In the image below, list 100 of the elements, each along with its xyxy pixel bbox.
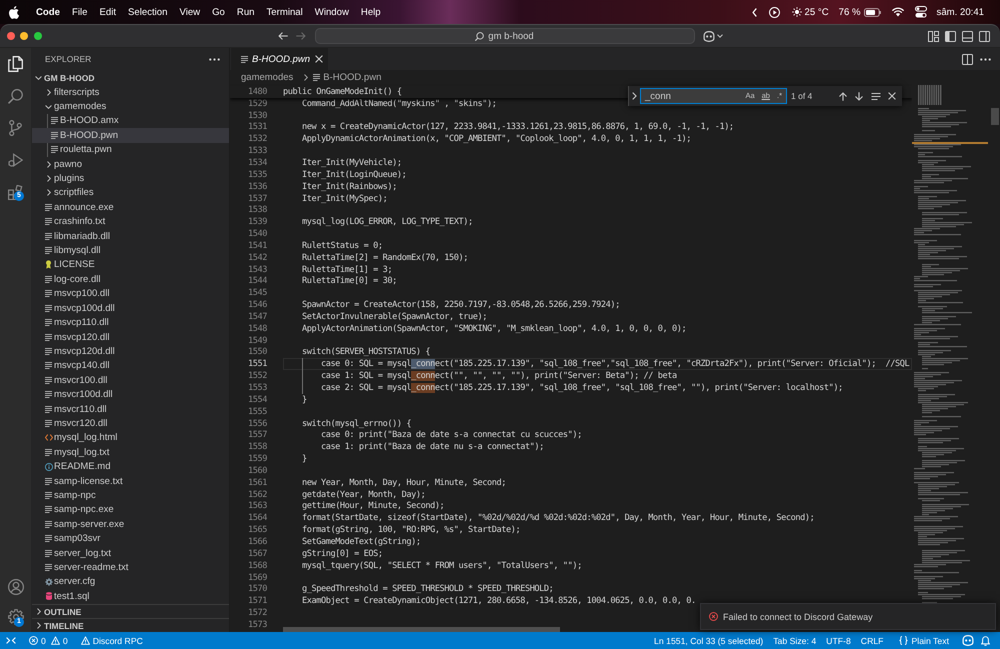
menu-item[interactable]: Edit bbox=[99, 6, 116, 18]
extension-status-item[interactable]: Discord RPC bbox=[76, 632, 148, 649]
right-panel-icon[interactable] bbox=[979, 30, 990, 42]
chevron-left-icon[interactable] bbox=[752, 8, 757, 16]
bell-icon[interactable] bbox=[981, 636, 990, 646]
folder-row[interactable]: pawno bbox=[32, 156, 229, 172]
chevron-right-icon[interactable] bbox=[46, 160, 50, 168]
explorer-row[interactable]: samp-license.txt bbox=[32, 474, 229, 488]
folder-row[interactable]: filterscripts bbox=[32, 84, 229, 100]
explorer-row[interactable]: samp-npc bbox=[32, 488, 229, 503]
explorer-row[interactable]: msvcp110.dll bbox=[32, 315, 229, 330]
encoding-button[interactable]: UTF-8 bbox=[821, 632, 856, 649]
app-menu[interactable]: Code bbox=[36, 6, 60, 18]
explorer-row[interactable]: msvcp120d.dll bbox=[32, 344, 229, 359]
explorer-row[interactable]: libmysql.dll bbox=[32, 243, 229, 258]
menu-item[interactable]: View bbox=[179, 6, 200, 18]
bottom-panel-icon[interactable] bbox=[962, 30, 973, 42]
chevron-down-icon[interactable] bbox=[45, 104, 52, 109]
wifi-icon[interactable] bbox=[892, 7, 904, 17]
problems-button[interactable]: 0 0 bbox=[24, 632, 73, 649]
search-icon[interactable] bbox=[8, 88, 23, 104]
more-icon[interactable] bbox=[980, 58, 991, 60]
explorer-row[interactable]: msvcp100d.dll bbox=[32, 301, 229, 316]
explorer-row[interactable]: server.cfg bbox=[32, 574, 229, 590]
explorer-row[interactable]: msvcr100d.dll bbox=[32, 387, 229, 402]
explorer-row[interactable]: LICENSE bbox=[32, 258, 229, 272]
explorer-row[interactable]: B-HOOD.pwn bbox=[32, 128, 229, 143]
menu-item[interactable]: Run bbox=[236, 6, 255, 18]
robot-face-icon[interactable] bbox=[702, 30, 714, 42]
person-icon[interactable] bbox=[8, 579, 24, 595]
indentation-button[interactable]: Tab Size: 4 bbox=[768, 632, 822, 649]
chevrons-icon[interactable] bbox=[6, 637, 16, 644]
folder-row[interactable]: plugins bbox=[32, 171, 229, 186]
layout-grid-icon[interactable] bbox=[928, 30, 939, 42]
lines-icon[interactable] bbox=[871, 92, 881, 100]
menu-item[interactable]: Go bbox=[212, 6, 225, 18]
explorer-row[interactable]: server-readme.txt bbox=[32, 560, 229, 575]
branch-icon[interactable] bbox=[9, 120, 22, 136]
scrollbar-thumb[interactable] bbox=[991, 108, 999, 125]
editor-tab[interactable]: B-HOOD.pwn bbox=[231, 48, 328, 70]
chevron-right-icon[interactable] bbox=[36, 608, 40, 615]
menu-item[interactable]: Terminal bbox=[266, 6, 303, 18]
toggles-icon[interactable] bbox=[914, 6, 927, 18]
menu-item[interactable]: Window bbox=[314, 6, 349, 18]
explorer-row[interactable]: log-core.dll bbox=[32, 272, 229, 287]
explorer-row[interactable]: mysql_log.html bbox=[32, 430, 229, 446]
explorer-row[interactable]: README.md bbox=[32, 459, 229, 474]
explorer-row[interactable]: samp-npc.exe bbox=[32, 502, 229, 518]
gear-icon[interactable] bbox=[8, 609, 24, 625]
chevron-right-icon[interactable] bbox=[46, 175, 50, 182]
line-ending-button[interactable]: CRLF bbox=[856, 632, 888, 649]
menu-item[interactable]: File bbox=[72, 6, 88, 18]
explorer-row[interactable]: test1.sql bbox=[32, 589, 229, 604]
language-mode-button[interactable]: Plain Text bbox=[894, 632, 954, 649]
section-header[interactable]: OUTLINE bbox=[32, 604, 229, 618]
play-circle-icon[interactable] bbox=[768, 6, 780, 18]
explorer-row[interactable]: samp03svr bbox=[32, 532, 229, 546]
workspace-header[interactable]: GM B-HOOD bbox=[32, 70, 229, 85]
cursor-position-button[interactable]: Ln 1551, Col 33 (5 selected) bbox=[649, 632, 768, 649]
explorer-row[interactable]: samp-server.exe bbox=[32, 517, 229, 532]
breadcrumb-item[interactable]: B-HOOD.pwn bbox=[313, 72, 382, 82]
explorer-row[interactable]: B-HOOD.amx bbox=[32, 114, 229, 128]
close-icon[interactable] bbox=[888, 92, 896, 100]
caret-icon[interactable] bbox=[716, 34, 722, 38]
play-bug-icon[interactable] bbox=[8, 153, 23, 167]
explorer-row[interactable]: crashinfo.txt bbox=[32, 214, 229, 229]
chevron-down-icon[interactable] bbox=[35, 76, 42, 80]
scrollbar-thumb[interactable] bbox=[283, 627, 560, 632]
zoom-window-button[interactable] bbox=[34, 32, 42, 40]
more-icon[interactable] bbox=[209, 58, 220, 61]
blocks-icon[interactable] bbox=[8, 184, 23, 200]
arrow-up-icon[interactable] bbox=[839, 92, 847, 100]
breadcrumb-item[interactable]: gamemodes bbox=[241, 72, 294, 82]
explorer-row[interactable]: msvcp100.dll bbox=[32, 286, 229, 301]
split-view-icon[interactable] bbox=[962, 54, 973, 64]
close-icon[interactable] bbox=[315, 55, 324, 63]
explorer-row[interactable]: server_log.txt bbox=[32, 546, 229, 560]
chevron-right-icon[interactable] bbox=[46, 88, 50, 96]
chevron-right-icon[interactable] bbox=[632, 92, 637, 100]
minimize-window-button[interactable] bbox=[20, 32, 28, 40]
command-center-search[interactable]: gm b-hood bbox=[314, 28, 694, 44]
explorer-row[interactable]: msvcp140.dll bbox=[32, 358, 229, 374]
folder-row[interactable]: gamemodes bbox=[32, 99, 229, 114]
sun-icon[interactable] bbox=[792, 7, 802, 17]
close-window-button[interactable] bbox=[6, 32, 14, 40]
explorer-row[interactable]: msvcr110.dll bbox=[32, 402, 229, 416]
explorer-row[interactable]: rouletta.pwn bbox=[32, 142, 229, 157]
chevron-right-icon[interactable] bbox=[46, 189, 50, 196]
arrow-left-icon[interactable] bbox=[278, 32, 288, 40]
battery-icon[interactable] bbox=[864, 8, 881, 16]
explorer-row[interactable]: msvcr100.dll bbox=[32, 373, 229, 388]
explorer-row[interactable]: mysql_log.txt bbox=[32, 445, 229, 460]
menu-item[interactable]: Help bbox=[360, 6, 381, 18]
explorer-row[interactable]: libmariadb.dll bbox=[32, 228, 229, 244]
explorer-row[interactable]: msvcr120.dll bbox=[32, 416, 229, 431]
explorer-row[interactable]: announce.exe bbox=[32, 200, 229, 215]
arrow-down-icon[interactable] bbox=[855, 92, 863, 100]
explorer-row[interactable]: msvcp120.dll bbox=[32, 330, 229, 344]
left-panel-icon[interactable] bbox=[945, 30, 956, 42]
chevron-right-icon[interactable] bbox=[36, 622, 40, 629]
